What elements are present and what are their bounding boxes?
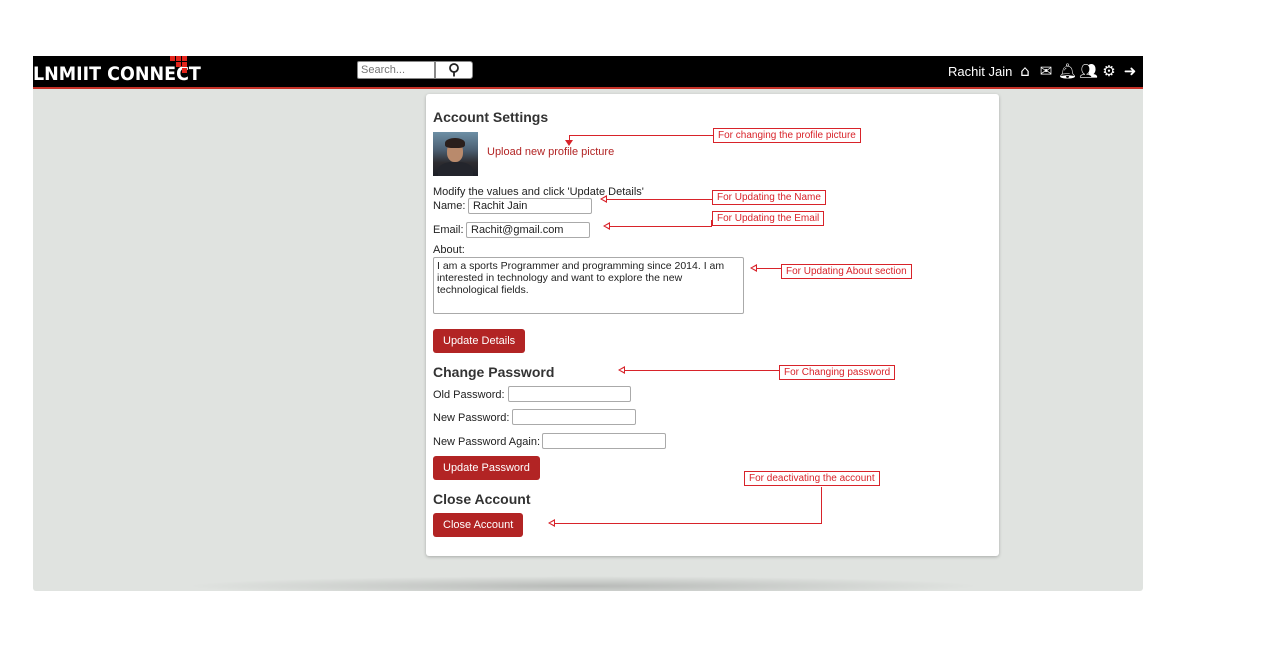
- annotation-line: [625, 370, 779, 371]
- footer-shadow: [183, 576, 983, 591]
- annotation-deactivate: For deactivating the account: [744, 471, 880, 486]
- upload-profile-picture-link[interactable]: Upload new profile picture: [487, 146, 614, 158]
- settings-card: Account Settings Upload new profile pict…: [426, 94, 999, 556]
- name-label: Name:: [433, 200, 466, 212]
- bell-icon[interactable]: 🔔︎: [1058, 63, 1077, 79]
- old-password-label: Old Password:: [433, 389, 505, 401]
- annotation-about: For Updating About section: [781, 264, 912, 279]
- annotation-line: [610, 226, 712, 227]
- instructions-text: Modify the values and click 'Update Deta…: [433, 186, 644, 198]
- nav-icons: ⌂ ✉ 🔔︎ 👥︎ ⚙ ➜: [1016, 63, 1139, 79]
- annotation-profile-picture: For changing the profile picture: [713, 128, 861, 143]
- annotation-line: [711, 220, 712, 227]
- envelope-icon[interactable]: ✉: [1037, 63, 1055, 79]
- annotation-arrow: [603, 222, 610, 230]
- user-name-link[interactable]: Rachit Jain: [948, 64, 1012, 79]
- annotation-password: For Changing password: [779, 365, 896, 380]
- annotation-arrow: [600, 195, 607, 203]
- annotation-line: [607, 199, 712, 200]
- new-password-field[interactable]: [512, 409, 636, 425]
- about-field[interactable]: I am a sports Programmer and programming…: [433, 257, 744, 314]
- name-field[interactable]: [468, 198, 592, 214]
- new-password-label: New Password:: [433, 412, 510, 424]
- sign-out-icon[interactable]: ➜: [1121, 63, 1139, 79]
- email-label: Email:: [433, 224, 464, 236]
- annotation-line: [569, 135, 713, 136]
- account-settings-title: Account Settings: [433, 109, 549, 125]
- annotation-line: [821, 487, 822, 523]
- logo-mark-icon: [170, 56, 190, 74]
- app-viewport: LNMIIT CONNECT Rachit Jain ⌂ ✉ 🔔︎ 👥︎ ⚙ ➜…: [33, 56, 1143, 591]
- annotation-arrow: [565, 140, 573, 146]
- gear-icon[interactable]: ⚙: [1100, 63, 1118, 79]
- annotation-arrow: [750, 264, 757, 272]
- email-field[interactable]: [466, 222, 590, 238]
- close-account-title: Close Account: [433, 491, 531, 507]
- annotation-arrow: [618, 366, 625, 374]
- about-label: About:: [433, 244, 465, 256]
- annotation-line: [757, 268, 781, 269]
- annotation-email: For Updating the Email: [712, 211, 825, 226]
- annotation-arrow: [548, 519, 555, 527]
- home-icon[interactable]: ⌂: [1016, 63, 1034, 79]
- search-icon: [449, 63, 459, 77]
- old-password-field[interactable]: [508, 386, 631, 402]
- annotation-line: [555, 523, 822, 524]
- close-account-button[interactable]: Close Account: [433, 513, 524, 537]
- users-icon[interactable]: 👥︎: [1079, 63, 1098, 79]
- change-password-title: Change Password: [433, 364, 555, 380]
- update-details-button[interactable]: Update Details: [433, 329, 526, 353]
- search-button[interactable]: [435, 61, 473, 79]
- profile-picture: [433, 132, 478, 176]
- search-input[interactable]: [357, 61, 435, 79]
- new-password-again-field[interactable]: [542, 433, 666, 449]
- update-password-button[interactable]: Update Password: [433, 456, 540, 480]
- annotation-name: For Updating the Name: [712, 190, 826, 205]
- new-password-again-label: New Password Again:: [433, 436, 540, 448]
- top-navbar: LNMIIT CONNECT Rachit Jain ⌂ ✉ 🔔︎ 👥︎ ⚙ ➜: [33, 56, 1143, 89]
